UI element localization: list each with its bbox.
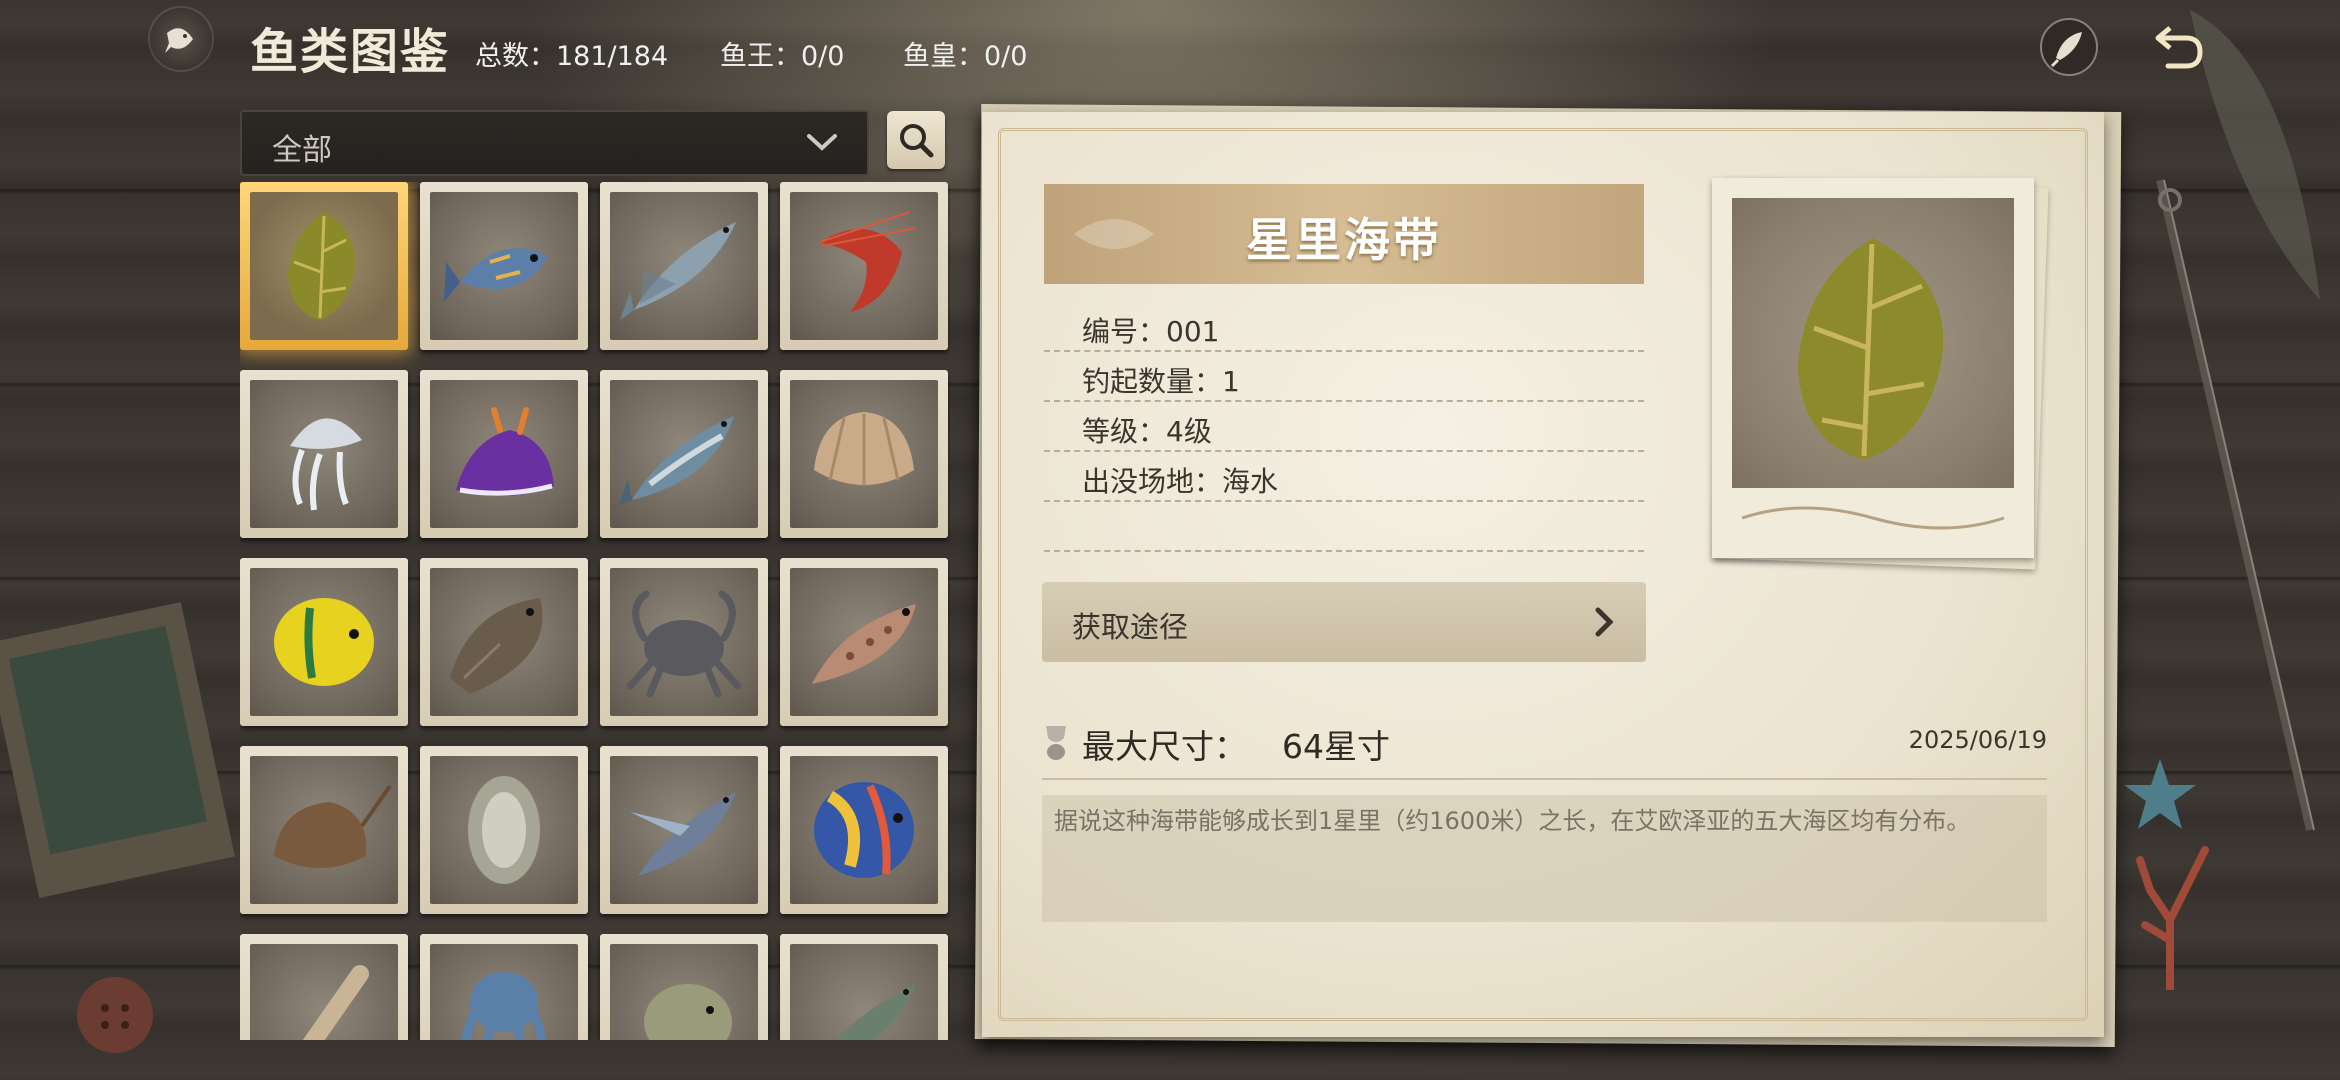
- fish-guide-icon-button[interactable]: [150, 8, 212, 70]
- fish-grid-item[interactable]: [780, 370, 948, 538]
- fish-grid-item[interactable]: [240, 746, 408, 914]
- card-ornament: [1741, 506, 2005, 530]
- jellyfish-icon: [290, 418, 362, 511]
- back-button[interactable]: [2148, 16, 2210, 78]
- fish-icon: [165, 28, 193, 53]
- fish-grid-item[interactable]: [780, 558, 948, 726]
- collection-toggle-button[interactable]: [2038, 16, 2100, 78]
- fish-grid-item[interactable]: [240, 370, 408, 538]
- shrimp-icon: [819, 211, 917, 312]
- fish-grid-item[interactable]: [240, 934, 408, 1040]
- oyster-icon: [468, 776, 540, 884]
- fish-number: 编号：001: [1082, 315, 1220, 348]
- chevron-right-icon: [1595, 607, 1614, 637]
- fish-photo: [1732, 198, 2014, 488]
- flounder-icon: [450, 598, 543, 694]
- fish-king-count: 鱼王：0/0: [720, 41, 845, 72]
- butterflyfish-icon: [274, 598, 374, 686]
- pufferfish-icon: [644, 984, 732, 1040]
- herring-icon: [618, 416, 734, 506]
- horseshoe-crab-icon: [274, 784, 392, 868]
- coral-decoration: [2136, 846, 2209, 990]
- obtain-method-button[interactable]: 获取途径: [1042, 582, 1646, 662]
- info-row-empty: [1044, 502, 1644, 552]
- mackerel-icon: [836, 984, 916, 1040]
- caught-count: 钓起数量：1: [1082, 365, 1240, 398]
- flying-fish-icon: [630, 792, 736, 876]
- octopus-icon: [461, 972, 547, 1040]
- total-count: 总数：181/184: [475, 41, 669, 72]
- sea-slug-icon: [456, 407, 554, 497]
- fish-detail-panel: 星里海带 编号：001 钓起数量：1 等级：4级 出没场地：海水 获取途径 最大…: [982, 112, 2104, 1037]
- record-date: 2025/06/19: [1908, 726, 2047, 754]
- button-decoration: [77, 977, 153, 1053]
- clam-icon: [814, 412, 914, 486]
- fish-emblem-icon: [2040, 18, 2098, 76]
- return-arrow-icon: [2155, 26, 2203, 69]
- fish-grid-item[interactable]: [780, 182, 948, 350]
- filter-selected-value: 全部: [272, 133, 332, 168]
- fish-emperor-count: 鱼皇：0/0: [903, 41, 1028, 72]
- starfish-decoration: [2124, 759, 2196, 829]
- fish-grid-item[interactable]: [240, 558, 408, 726]
- info-row-habitat: 出没场地：海水: [1044, 452, 1644, 502]
- fish-photo-card: [1712, 178, 2034, 558]
- max-size-label: 最大尺寸：: [1082, 727, 1247, 766]
- page-title: 鱼类图鉴: [250, 24, 451, 80]
- fish-grid-item[interactable]: [600, 370, 768, 538]
- razor-clam-icon: [302, 965, 369, 1040]
- info-row-caught: 钓起数量：1: [1044, 352, 1644, 402]
- fish-grid-item[interactable]: [420, 746, 588, 914]
- search-button[interactable]: [887, 111, 945, 169]
- divider: [1042, 778, 2047, 780]
- info-row-number: 编号：001: [1044, 302, 1644, 352]
- fish-level: 等级：4级: [1082, 415, 1212, 448]
- fish-grid[interactable]: [240, 182, 950, 1040]
- kelp-icon: [288, 212, 355, 320]
- fish-grid-item[interactable]: [780, 746, 948, 914]
- fish-grid-item[interactable]: [600, 934, 768, 1040]
- fish-grid-item[interactable]: [420, 370, 588, 538]
- angelfish-icon: [814, 782, 914, 878]
- fish-grid-item[interactable]: [420, 934, 588, 1040]
- fish-habitat: 出没场地：海水: [1082, 465, 1279, 498]
- fish-grid-item[interactable]: [780, 934, 948, 1040]
- fish-grid-item[interactable]: [600, 182, 768, 350]
- max-size-row: 最大尺寸： 64星寸 2025/06/19: [1042, 712, 2047, 766]
- fish-name: 星里海带: [1246, 213, 1442, 267]
- fish-grid-item[interactable]: [240, 182, 408, 350]
- fish-grid-item[interactable]: [600, 746, 768, 914]
- fish-grid-item[interactable]: [420, 558, 588, 726]
- obtain-method-label: 获取途径: [1072, 610, 1189, 644]
- crab-icon: [626, 590, 742, 698]
- fish-name-banner: 星里海带: [1044, 184, 1644, 284]
- max-size-value: 64星寸: [1282, 727, 1390, 766]
- fish-grid-item[interactable]: [600, 558, 768, 726]
- description-box: 据说这种海带能够成长到1星里（约1600米）之长，在艾欧泽亚的五大海区均有分布。: [1042, 795, 2047, 922]
- trophy-icon: [1046, 726, 1066, 760]
- sardine-icon: [620, 222, 736, 320]
- category-filter-dropdown[interactable]: 全部: [240, 110, 869, 176]
- fish-description: 据说这种海带能够成长到1星里（约1600米）之长，在艾欧泽亚的五大海区均有分布。: [1054, 807, 1971, 835]
- blue-fish-icon: [444, 248, 548, 302]
- search-icon: [900, 124, 934, 158]
- fish-grid-item[interactable]: [420, 182, 588, 350]
- photo-decoration: [0, 602, 235, 898]
- chevron-down-icon: [807, 134, 837, 151]
- info-row-level: 等级：4级: [1044, 402, 1644, 452]
- grouper-icon: [812, 604, 916, 684]
- kelp-icon: [1798, 238, 1944, 460]
